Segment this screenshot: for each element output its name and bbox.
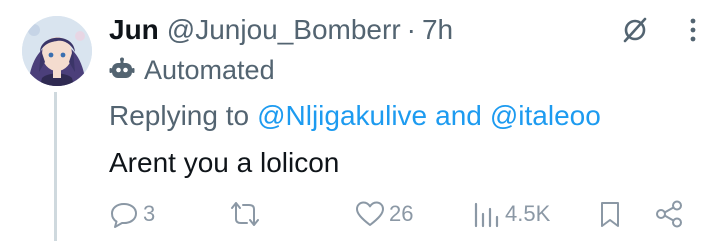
tweet-header: Jun @Junjou_Bomberr · 7h (109, 12, 453, 48)
avatar[interactable] (22, 16, 92, 86)
reply-button[interactable]: 3 (109, 196, 155, 232)
display-name[interactable]: Jun (109, 14, 159, 46)
reply-mention[interactable]: @italeoo (490, 100, 601, 132)
bot-icon (109, 57, 144, 83)
reply-count: 3 (143, 201, 156, 226)
views-count: 4.5K (505, 201, 551, 226)
retweet-icon (229, 199, 261, 229)
retweet-button[interactable] (229, 196, 261, 232)
replying-to: Replying to @Nljigakulive and @italeoo (109, 98, 601, 134)
replying-prefix: Replying to (109, 100, 250, 131)
automated-badge[interactable]: Automated (109, 53, 275, 87)
user-handle[interactable]: @Junjou_Bomberr (167, 14, 401, 46)
timestamp[interactable]: 7h (422, 14, 453, 46)
tweet-text: Arent you a lolicon (109, 147, 340, 178)
views-icon (473, 199, 501, 229)
views-button[interactable]: 4.5K (473, 196, 550, 232)
bookmark-icon (597, 199, 623, 229)
thread-line (54, 92, 57, 241)
header-separator: · (406, 14, 416, 45)
like-count: 26 (389, 201, 414, 226)
reply-icon (109, 199, 139, 229)
automated-label: Automated (144, 54, 275, 85)
tweet-top-icons (621, 16, 697, 44)
grok-icon[interactable] (621, 16, 649, 44)
reply-mention-conjunction[interactable]: and (435, 100, 482, 132)
like-button[interactable]: 26 (355, 196, 413, 232)
bookmark-button[interactable] (597, 196, 623, 232)
more-options-icon[interactable] (689, 17, 697, 43)
like-icon (355, 199, 385, 229)
action-bar: 3 26 4.5K (109, 196, 699, 232)
avatar-image (22, 16, 92, 86)
share-icon (654, 199, 684, 229)
reply-mention[interactable]: @Nljigakulive (257, 100, 427, 132)
share-button[interactable] (654, 196, 684, 232)
